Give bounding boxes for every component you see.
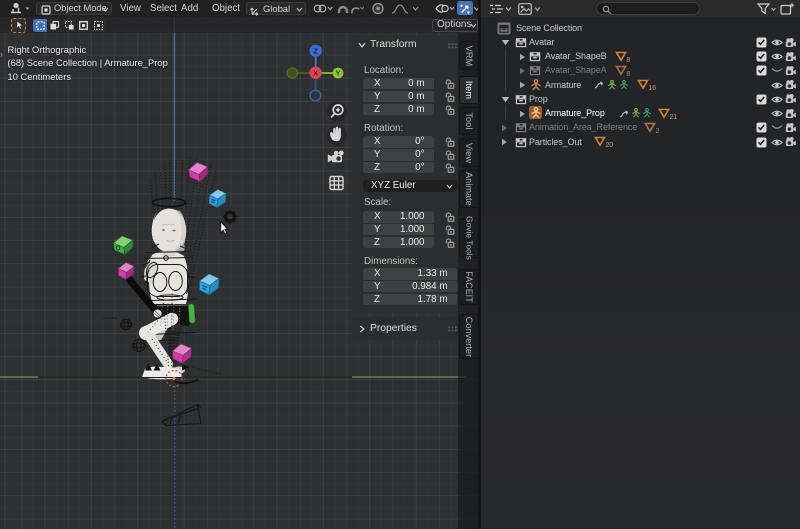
svg-text:20: 20 [606, 142, 614, 148]
svg-text:Z: Z [313, 47, 318, 56]
svg-text:8: 8 [627, 71, 631, 77]
svg-text:16: 16 [649, 85, 657, 91]
svg-text:X: X [313, 69, 318, 78]
svg-text:Y: Y [335, 69, 340, 78]
svg-text:21: 21 [670, 114, 678, 120]
svg-text:2: 2 [656, 128, 660, 134]
svg-text:8: 8 [627, 57, 631, 63]
